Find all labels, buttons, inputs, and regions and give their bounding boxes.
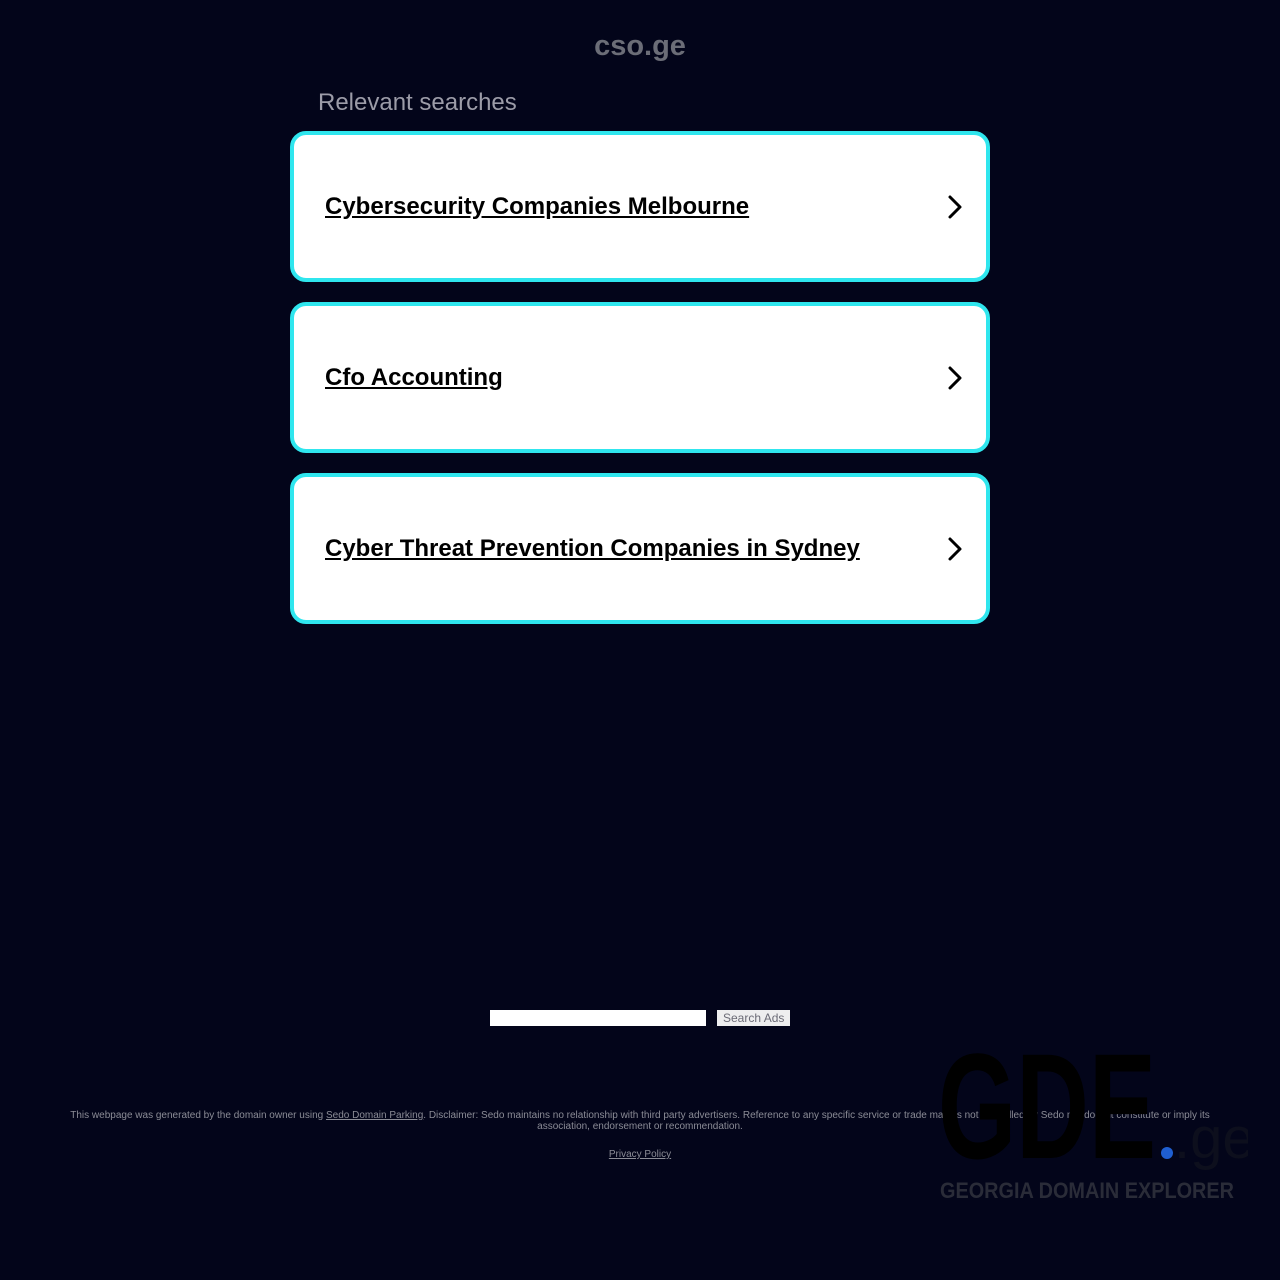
chevron-right-icon: [948, 537, 962, 561]
relevant-searches-heading: Relevant searches: [318, 89, 517, 116]
privacy-policy-link[interactable]: Privacy Policy: [609, 1149, 671, 1160]
domain-title: cso.ge: [594, 30, 686, 62]
search-result-card[interactable]: Cfo Accounting: [290, 302, 990, 453]
search-ads-input[interactable]: [490, 1010, 706, 1026]
chevron-right-icon: [948, 366, 962, 390]
disclaimer-prefix: This webpage was generated by the domain…: [70, 1110, 326, 1121]
search-ads-button[interactable]: Search Ads: [717, 1010, 791, 1026]
search-result-link[interactable]: Cyber Threat Prevention Companies in Syd…: [325, 535, 860, 563]
sedo-parking-link[interactable]: Sedo Domain Parking: [326, 1110, 423, 1121]
disclaimer-text: This webpage was generated by the domain…: [60, 1110, 1220, 1132]
search-result-card[interactable]: Cyber Threat Prevention Companies in Syd…: [290, 473, 990, 624]
logo-tagline: GEORGIA DOMAIN EXPLORER: [940, 1178, 1234, 1203]
search-result-card[interactable]: Cybersecurity Companies Melbourne: [290, 131, 990, 282]
parked-domain-page: cso.ge Relevant searches Cybersecurity C…: [0, 0, 1280, 1280]
privacy-row: Privacy Policy: [0, 1149, 1280, 1160]
search-ads-form: Search Ads: [490, 1010, 791, 1026]
disclaimer-body: . Disclaimer: Sedo maintains no relation…: [423, 1110, 1210, 1132]
chevron-right-icon: [948, 195, 962, 219]
search-result-link[interactable]: Cfo Accounting: [325, 364, 503, 392]
search-result-link[interactable]: Cybersecurity Companies Melbourne: [325, 193, 749, 221]
